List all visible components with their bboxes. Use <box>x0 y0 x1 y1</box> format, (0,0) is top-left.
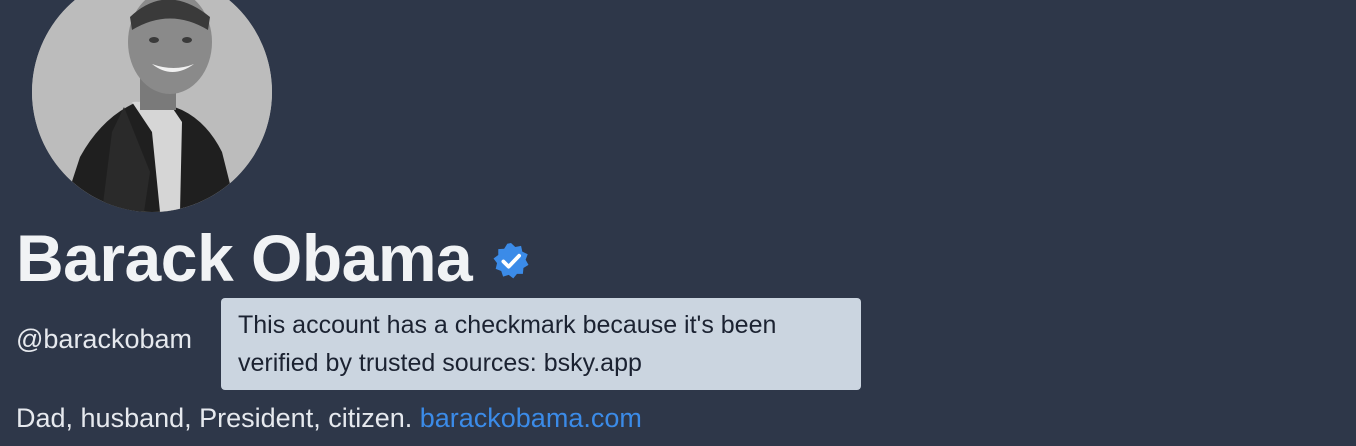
profile-bio: Dad, husband, President, citizen. barack… <box>16 398 642 438</box>
display-name: Barack Obama <box>16 221 473 295</box>
display-name-row: Barack Obama <box>16 218 530 298</box>
verified-check-badge-icon[interactable] <box>492 242 530 280</box>
avatar-photo <box>32 0 272 212</box>
profile-avatar[interactable] <box>32 0 272 212</box>
profile-handle: @barackobam <box>16 324 192 354</box>
verification-tooltip: This account has a checkmark because it'… <box>221 298 861 390</box>
bio-text: Dad, husband, President, citizen. <box>16 403 420 433</box>
bio-website-link[interactable]: barackobama.com <box>420 403 642 433</box>
